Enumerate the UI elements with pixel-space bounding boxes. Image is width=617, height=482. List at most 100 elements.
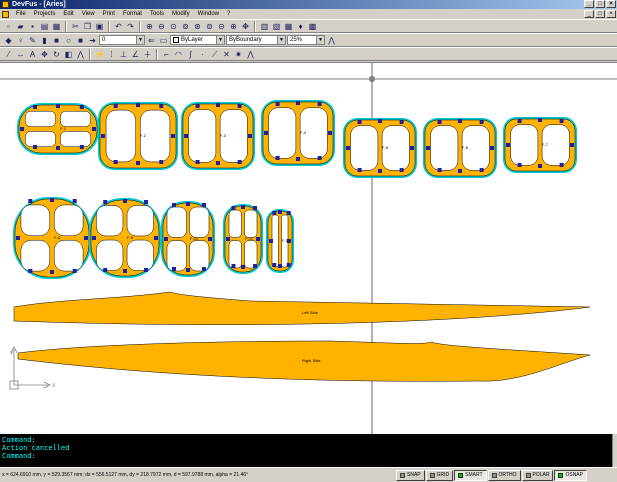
ortho-toggle[interactable]: ORTHO [487,469,521,481]
former-part[interactable]: F-11 [223,204,263,274]
grid-tool-icon[interactable]: ⁞ [106,49,117,60]
linetype-select[interactable]: ByBoundary ▼ [226,35,286,45]
drawing-svg[interactable]: F-1F-2 F-3F-4F-5 F-6F-7F-8 F-9 F-10 F-11 F-12 … [0,63,617,434]
polar-tool-icon[interactable]: ∠ [130,49,141,60]
menu-projects[interactable]: Projects [30,9,60,19]
circle-icon[interactable]: ○ [63,35,74,46]
menu-help[interactable]: ? [223,9,234,19]
explode-icon[interactable]: ✷ [233,49,244,60]
layer-select[interactable]: 0 ▼ [99,35,145,45]
pan-icon[interactable]: ✥ [240,21,251,32]
osnap-toggle[interactable]: OSNAP [554,469,587,481]
former-part[interactable]: F-7 [503,117,577,173]
minimize-button[interactable]: _ [584,0,594,8]
former-part[interactable]: F-4 [261,100,335,166]
doc-close-button[interactable]: × [606,10,616,18]
copy-icon[interactable]: ❐ [82,21,93,32]
former-part[interactable]: F-6 [423,118,497,178]
snap-toggle[interactable]: SNAP [396,469,425,481]
menu-tools[interactable]: Tools [146,9,168,19]
pen-icon[interactable]: ✎ [27,35,38,46]
lock-icon[interactable]: ▮ [39,35,50,46]
chevron-down-icon[interactable]: ▼ [136,36,144,44]
menu-modify[interactable]: Modify [168,9,194,19]
menu-view[interactable]: View [78,9,99,19]
menu-edit[interactable]: Edit [59,9,77,19]
spline-icon[interactable]: ∫ [185,49,196,60]
ortho-tool-icon[interactable]: ⊥ [118,49,129,60]
hatch-tool-icon[interactable]: ⋀ [245,49,256,60]
former-part[interactable]: F-8 [13,197,91,279]
scale-icon[interactable]: ⋀ [75,49,86,60]
command-console[interactable]: Command: Action cancelled Command: [0,434,612,467]
menu-file[interactable]: File [12,9,30,19]
console-scrollbar[interactable] [612,434,617,467]
hatch-icon[interactable]: ⋀ [326,35,337,46]
paste-icon[interactable]: ▣ [94,21,105,32]
menu-print[interactable]: Print [99,9,119,19]
erase-icon[interactable]: ✕ [221,49,232,60]
light-bulb-icon[interactable]: ♀ [15,35,26,46]
color-square-icon[interactable]: ■ [51,35,62,46]
point-icon[interactable]: · [197,49,208,60]
layer-previous-icon[interactable]: ⇐ [146,35,157,46]
former-part[interactable]: F-10 [161,201,215,277]
undo-icon[interactable]: ↶ [113,21,124,32]
snap-tool-icon[interactable]: ⚡ [94,49,105,60]
chevron-down-icon[interactable]: ▼ [216,36,224,44]
grid-toggle[interactable]: GRID [425,469,454,481]
project-icon[interactable]: ▦ [51,21,62,32]
rotate-icon[interactable]: ↻ [51,49,62,60]
bulb-icon[interactable]: ♦ [295,21,306,32]
doc-restore-button[interactable]: □ [595,10,605,18]
zoom-in-icon[interactable]: ⊕ [144,21,155,32]
close-button[interactable]: × [606,0,616,8]
line-tool-icon[interactable]: ⁄ [3,49,14,60]
doc-minimize-button[interactable]: _ [584,10,594,18]
fuselage-side[interactable]: Left Side [13,291,591,325]
arrow-right-icon[interactable]: ➜ [87,35,98,46]
redo-icon[interactable]: ↷ [125,21,136,32]
chevron-down-icon[interactable]: ▼ [316,36,324,44]
fuselage-side[interactable]: Right Side [17,340,591,382]
cut-icon[interactable]: ✂ [70,21,81,32]
chevron-down-icon[interactable]: ▼ [277,36,285,44]
color-select[interactable]: ByLayer ▼ [170,35,225,45]
maximize-button[interactable]: □ [595,0,605,8]
new-file-icon[interactable]: ▫ [3,21,14,32]
construction-line-icon[interactable]: ⟋ [209,49,220,60]
calculator-icon[interactable]: ▩ [307,21,318,32]
zoom-all-icon[interactable]: ⊜ [204,21,215,32]
zoom-realtime-icon[interactable]: ⊝ [216,21,227,32]
smart-toggle[interactable]: SMART [454,469,487,481]
table-icon[interactable]: ▦ [283,21,294,32]
osnap-tool-icon[interactable]: ＋ [142,49,153,60]
former-part[interactable]: F-3 [181,102,255,170]
polyline-icon[interactable]: ⌐ [161,49,172,60]
layer-manager-icon[interactable]: ◆ [3,35,14,46]
menu-window[interactable]: Window [194,9,223,19]
former-part[interactable]: F-1 [17,103,99,155]
dimension-icon[interactable]: ↔ [15,49,26,60]
open-folder-icon[interactable]: ▰ [15,21,26,32]
zoom-select[interactable]: 25% ▼ [287,35,325,45]
zoom-dynamic-icon[interactable]: ⊕ [228,21,239,32]
print-icon[interactable]: ▤ [39,21,50,32]
layers-icon[interactable]: ▧ [271,21,282,32]
text-tool-icon[interactable]: A [27,49,38,60]
zoom-window-icon[interactable]: ⊙ [168,21,179,32]
former-part[interactable]: F-12 [266,209,294,273]
former-part[interactable]: F-5 [343,118,417,178]
save-icon[interactable]: ▪ [27,21,38,32]
color-swatch-icon[interactable]: ■ [75,35,86,46]
former-part[interactable]: F-2 [98,102,178,170]
polar-toggle[interactable]: POLAR [521,469,554,481]
menu-format[interactable]: Format [119,9,146,19]
move-icon[interactable]: ✥ [39,49,50,60]
zoom-out-icon[interactable]: ⊖ [156,21,167,32]
properties-icon[interactable]: ▥ [259,21,270,32]
zoom-previous-icon[interactable]: ⊛ [192,21,203,32]
former-part[interactable]: F-9 [89,198,161,278]
match-layer-icon[interactable]: ▭ [158,35,169,46]
drawing-canvas[interactable]: F-1 F-2 F-3 F-4 F-5 F-6 F-7 F-8 F-9 F-10 F-11 F-12 … [0,62,617,434]
